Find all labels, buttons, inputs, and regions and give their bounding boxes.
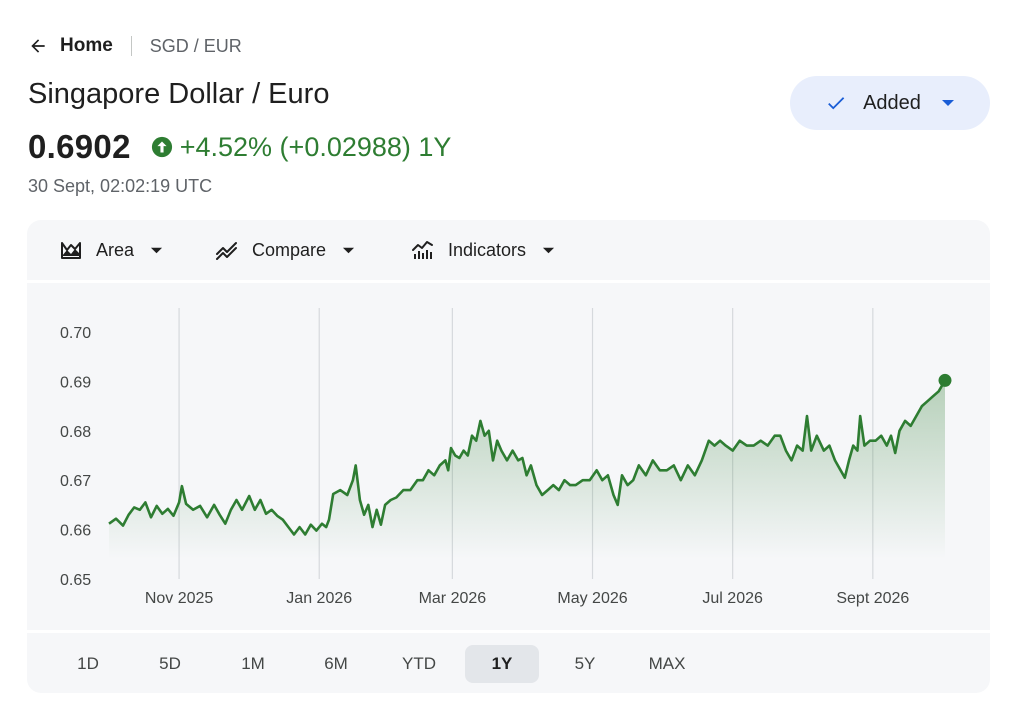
- breadcrumb: Home SGD / EUR: [28, 30, 242, 62]
- y-axis-tick: 0.67: [60, 473, 91, 490]
- chart-type-area-button[interactable]: Area: [59, 220, 163, 280]
- caret-down-icon: [542, 247, 555, 253]
- x-axis-tick: May 2026: [557, 590, 627, 607]
- x-axis-tick: Nov 2025: [145, 590, 214, 607]
- range-ytd-button[interactable]: YTD: [382, 645, 456, 683]
- x-axis-tick: Mar 2026: [419, 590, 487, 607]
- x-axis-tick: Jan 2026: [286, 590, 352, 607]
- breadcrumb-divider: [130, 36, 132, 56]
- watchlist-added-label: Added: [863, 91, 921, 114]
- y-axis-tick: 0.68: [60, 424, 91, 441]
- price-chart[interactable]: 0.70 0.69 0.68 0.67 0.66 0.65 Nov 2025 Jan 202…: [27, 283, 990, 630]
- range-5d-button[interactable]: 5D: [133, 645, 207, 683]
- compare-label: Compare: [252, 239, 327, 260]
- watchlist-added-button[interactable]: Added: [790, 76, 990, 130]
- caret-down-icon: [342, 247, 355, 253]
- breadcrumb-home: Home: [60, 35, 113, 56]
- y-axis-tick: 0.65: [60, 572, 91, 589]
- current-price: 0.6902: [28, 128, 131, 165]
- caret-down-icon: [150, 247, 163, 253]
- indicators-icon: [412, 241, 433, 259]
- quote-row: 0.6902 +4.52% (+0.02988) 1Y: [28, 128, 451, 166]
- y-axis-tick: 0.69: [60, 374, 91, 391]
- range-max-button[interactable]: MAX: [630, 645, 704, 683]
- breadcrumb-pair: SGD / EUR: [149, 35, 242, 56]
- quote-timestamp: 30 Sept, 02:02:19 UTC: [28, 176, 213, 196]
- compare-button[interactable]: Compare: [215, 220, 355, 280]
- range-5y-button[interactable]: 5Y: [548, 645, 622, 683]
- price-change: +4.52% (+0.02988) 1Y: [179, 131, 452, 162]
- time-range-selector: 1D 5D 1M 6M YTD 1Y 5Y MAX: [27, 633, 990, 693]
- chart-toolbar: Area Compare Indicators: [27, 220, 990, 280]
- price-chart-svg[interactable]: 0.70 0.69 0.68 0.67 0.66 0.65 Nov 2025 Jan 202…: [27, 283, 990, 630]
- area-label: Area: [96, 239, 135, 260]
- range-6m-button[interactable]: 6M: [299, 645, 373, 683]
- y-axis-tick: 0.66: [60, 523, 91, 540]
- y-axis-tick: 0.70: [60, 325, 91, 342]
- page-title: Singapore Dollar / Euro: [28, 78, 330, 110]
- arrow-up-circle-icon: [151, 136, 172, 158]
- compare-lines-icon: [216, 242, 237, 260]
- latest-price-marker: [938, 373, 952, 387]
- back-to-home-link[interactable]: Home: [28, 35, 113, 57]
- x-axis-tick: Sept 2026: [836, 590, 909, 607]
- range-1d-button[interactable]: 1D: [51, 645, 125, 683]
- area-chart-icon: [61, 242, 81, 259]
- caret-down-icon: [941, 100, 954, 106]
- range-1y-button[interactable]: 1Y: [465, 645, 539, 683]
- x-axis-tick: Jul 2026: [702, 590, 763, 607]
- price-area-fill: [109, 380, 945, 559]
- range-1m-button[interactable]: 1M: [216, 645, 290, 683]
- indicators-label: Indicators: [448, 239, 527, 260]
- check-icon: [828, 97, 845, 110]
- arrow-back-icon: [31, 39, 45, 53]
- indicators-button[interactable]: Indicators: [411, 220, 555, 280]
